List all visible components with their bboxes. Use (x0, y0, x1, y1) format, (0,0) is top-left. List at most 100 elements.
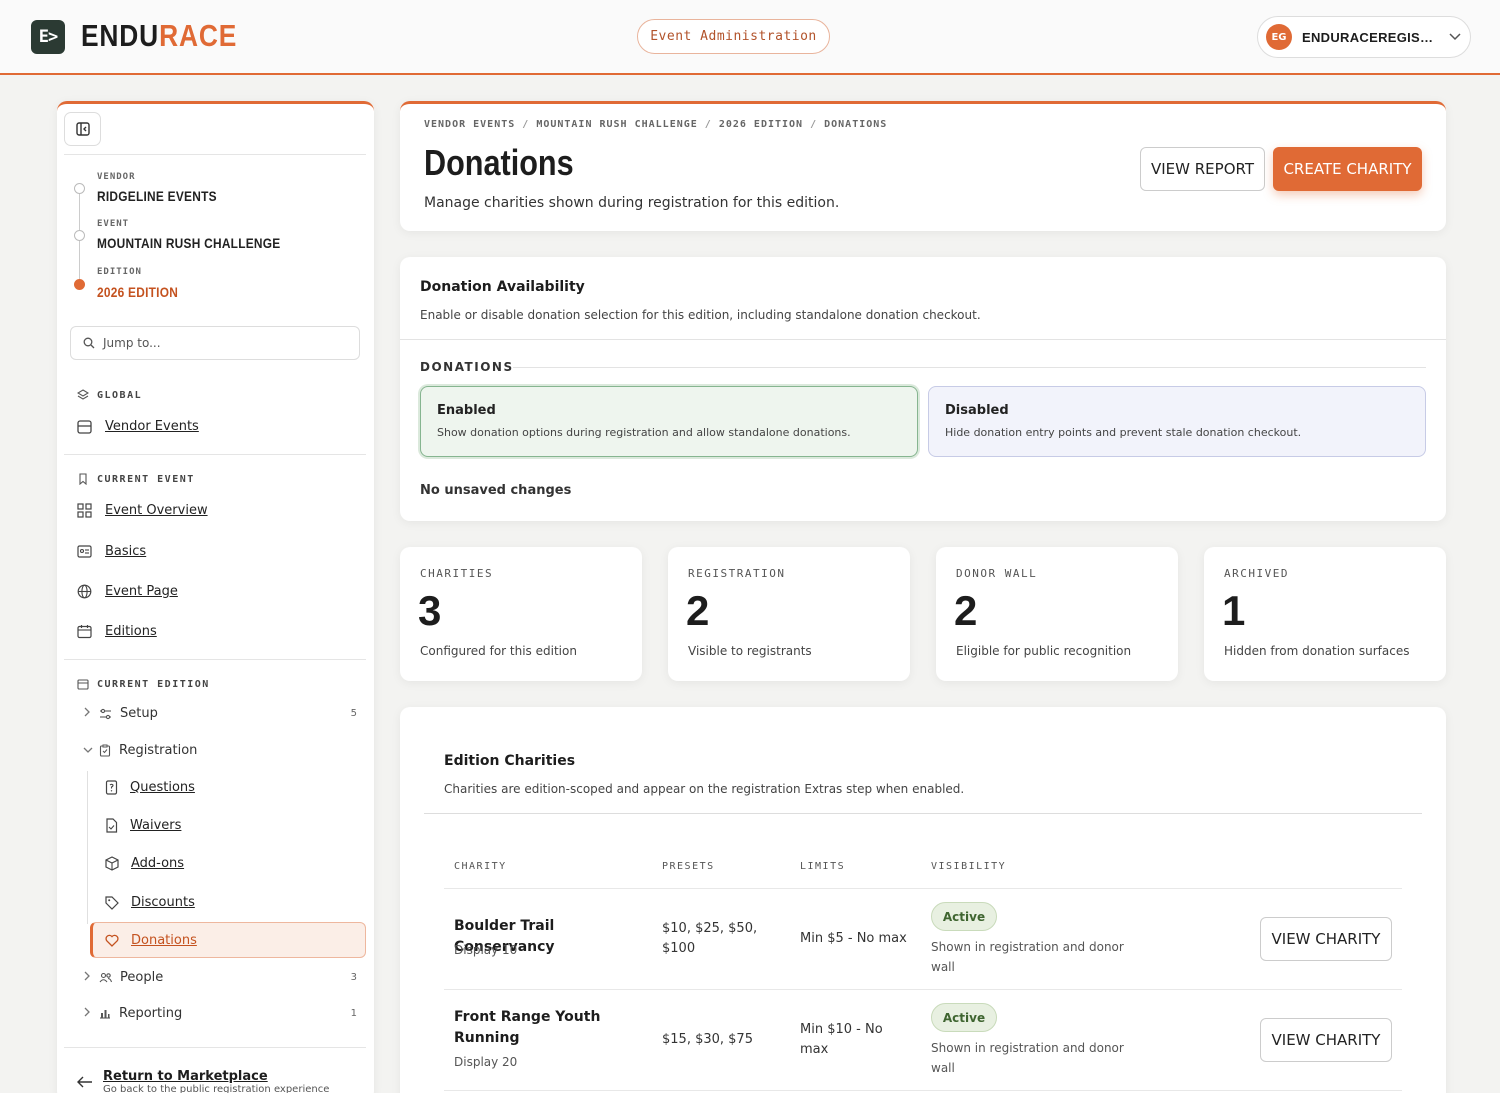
vendor-context-link[interactable]: RIDGELINE EVENTS (97, 188, 217, 204)
nav-reporting[interactable]: Reporting 1 (77, 1006, 357, 1021)
stat-label: DONOR WALL (956, 567, 1038, 580)
charity-limits: Min $10 - No max (800, 1022, 883, 1057)
nav-discounts[interactable]: Discounts (105, 895, 195, 910)
reporting-count: 1 (350, 1008, 357, 1019)
event-context-link[interactable]: MOUNTAIN RUSH CHALLENGE (97, 235, 280, 251)
collapse-sidebar-button[interactable] (64, 112, 101, 146)
user-menu-button[interactable]: EG ENDURACEREGISTRATION (1257, 16, 1471, 58)
nav-setup[interactable]: Setup 5 (77, 706, 357, 721)
tag-icon (105, 895, 119, 910)
nav-event-overview[interactable]: Event Overview (77, 503, 208, 518)
divider (64, 454, 366, 455)
nav-event-page[interactable]: Event Page (77, 584, 178, 599)
status-badge: Active (931, 902, 997, 931)
jump-to-input[interactable]: Jump to... (70, 326, 360, 360)
chevron-right-icon (77, 971, 93, 984)
nav-addons[interactable]: Add-ons (105, 856, 184, 871)
nav-waivers[interactable]: Waivers (105, 818, 181, 833)
availability-title: Donation Availability (420, 279, 585, 295)
nav-registration[interactable]: Registration (77, 743, 357, 758)
charity-display-order: Display 10 (454, 943, 518, 957)
tree-line (87, 771, 88, 924)
calendar-icon (77, 625, 92, 639)
breadcrumb-current: DONATIONS (824, 119, 888, 130)
nav-questions[interactable]: Questions (105, 780, 195, 795)
edition-context-link[interactable]: 2026 EDITION (97, 284, 178, 300)
table-divider (444, 989, 1402, 990)
context-dot-active (74, 279, 85, 290)
donations-section-label: DONATIONS (420, 360, 514, 374)
charities-title: Edition Charities (444, 753, 576, 769)
user-name: ENDURACEREGISTRATION (1302, 29, 1437, 45)
view-charity-button[interactable]: VIEW CHARITY (1260, 917, 1392, 961)
nav-reporting-label: Reporting (119, 1006, 183, 1021)
clipboard-icon (99, 744, 111, 757)
sidebar: VENDOR RIDGELINE EVENTS EVENT MOUNTAIN R… (57, 101, 374, 1093)
stat-caption: Configured for this edition (420, 644, 577, 658)
arrow-left-icon (77, 1073, 93, 1093)
stat-caption: Hidden from donation surfaces (1224, 644, 1410, 658)
event-kicker: EVENT (97, 219, 130, 229)
current-event-heading: CURRENT EVENT (77, 473, 195, 485)
question-file-icon (105, 780, 118, 795)
disabled-description: Hide donation entry points and prevent s… (945, 426, 1302, 439)
context-dot (74, 230, 85, 241)
donation-availability-card: Donation Availability Enable or disable … (400, 257, 1446, 521)
global-heading: GLOBAL (77, 389, 142, 401)
view-charity-button[interactable]: VIEW CHARITY (1260, 1018, 1392, 1062)
globe-icon (77, 584, 92, 599)
nav-vendor-events[interactable]: Vendor Events (77, 419, 199, 434)
bar-chart-icon (100, 1010, 110, 1019)
table-divider (444, 888, 1402, 889)
avatar: EG (1266, 24, 1292, 50)
donations-disabled-option[interactable]: Disabled Hide donation entry points and … (928, 386, 1426, 457)
nav-editions[interactable]: Editions (77, 624, 157, 639)
view-report-button[interactable]: VIEW REPORT (1140, 147, 1265, 191)
nav-basics[interactable]: Basics (77, 544, 146, 559)
edition-kicker: EDITION (97, 267, 142, 277)
chevron-down-icon (1449, 30, 1461, 44)
donations-enabled-option[interactable]: Enabled Show donation options during reg… (420, 386, 918, 457)
current-edition-heading: CURRENT EDITION (77, 678, 210, 690)
nav-donations-active[interactable]: Donations (90, 922, 366, 958)
stat-card-charities: CHARITIES 3 Configured for this edition (400, 547, 642, 681)
people-count: 3 (350, 972, 357, 983)
context-dot (74, 183, 85, 194)
brand-logo-icon[interactable]: E> (31, 20, 65, 54)
charity-name: Front Range Youth Running (454, 1009, 601, 1046)
stat-value: 3 (418, 587, 442, 634)
breadcrumb-edition[interactable]: 2026 EDITION (719, 119, 803, 130)
breadcrumb-vendor-events[interactable]: VENDOR EVENTS (424, 119, 515, 130)
charity-visibility: Shown in registration and donor wall (931, 940, 1124, 974)
stat-caption: Visible to registrants (688, 644, 812, 658)
brand-wordmark[interactable]: ENDURACE (81, 18, 237, 54)
chevron-right-icon (77, 707, 93, 720)
stat-card-archived: ARCHIVED 1 Hidden from donation surfaces (1204, 547, 1446, 681)
page-title: Donations (424, 142, 574, 183)
setup-count: 5 (350, 708, 357, 719)
divider (64, 659, 366, 660)
save-status: No unsaved changes (420, 483, 572, 498)
charity-display-order: Display 20 (454, 1055, 518, 1069)
create-charity-button[interactable]: CREATE CHARITY (1273, 147, 1422, 191)
grid-icon (77, 503, 92, 518)
nav-people-label: People (120, 970, 164, 985)
breadcrumb-event[interactable]: MOUNTAIN RUSH CHALLENGE (536, 119, 697, 130)
stat-value: 2 (954, 587, 978, 634)
stat-value: 1 (1222, 587, 1246, 634)
event-administration-pill: Event Administration (637, 19, 830, 54)
stat-caption: Eligible for public recognition (956, 644, 1132, 658)
return-title: Return to Marketplace (103, 1069, 268, 1084)
id-card-icon (77, 545, 92, 558)
charities-description: Charities are edition-scoped and appear … (444, 782, 965, 796)
search-icon (83, 337, 95, 349)
stat-card-registration: REGISTRATION 2 Visible to registrants (668, 547, 910, 681)
return-to-marketplace-link[interactable]: Return to Marketplace Go back to the pub… (77, 1069, 329, 1093)
file-check-icon (106, 818, 118, 833)
chevron-right-icon (77, 1007, 93, 1020)
column-header-limits: LIMITS (800, 861, 846, 872)
table-divider (444, 1090, 1402, 1091)
divider (64, 154, 366, 155)
nav-people[interactable]: People 3 (77, 970, 357, 985)
breadcrumb: VENDOR EVENTS / MOUNTAIN RUSH CHALLENGE/20… (424, 119, 888, 130)
